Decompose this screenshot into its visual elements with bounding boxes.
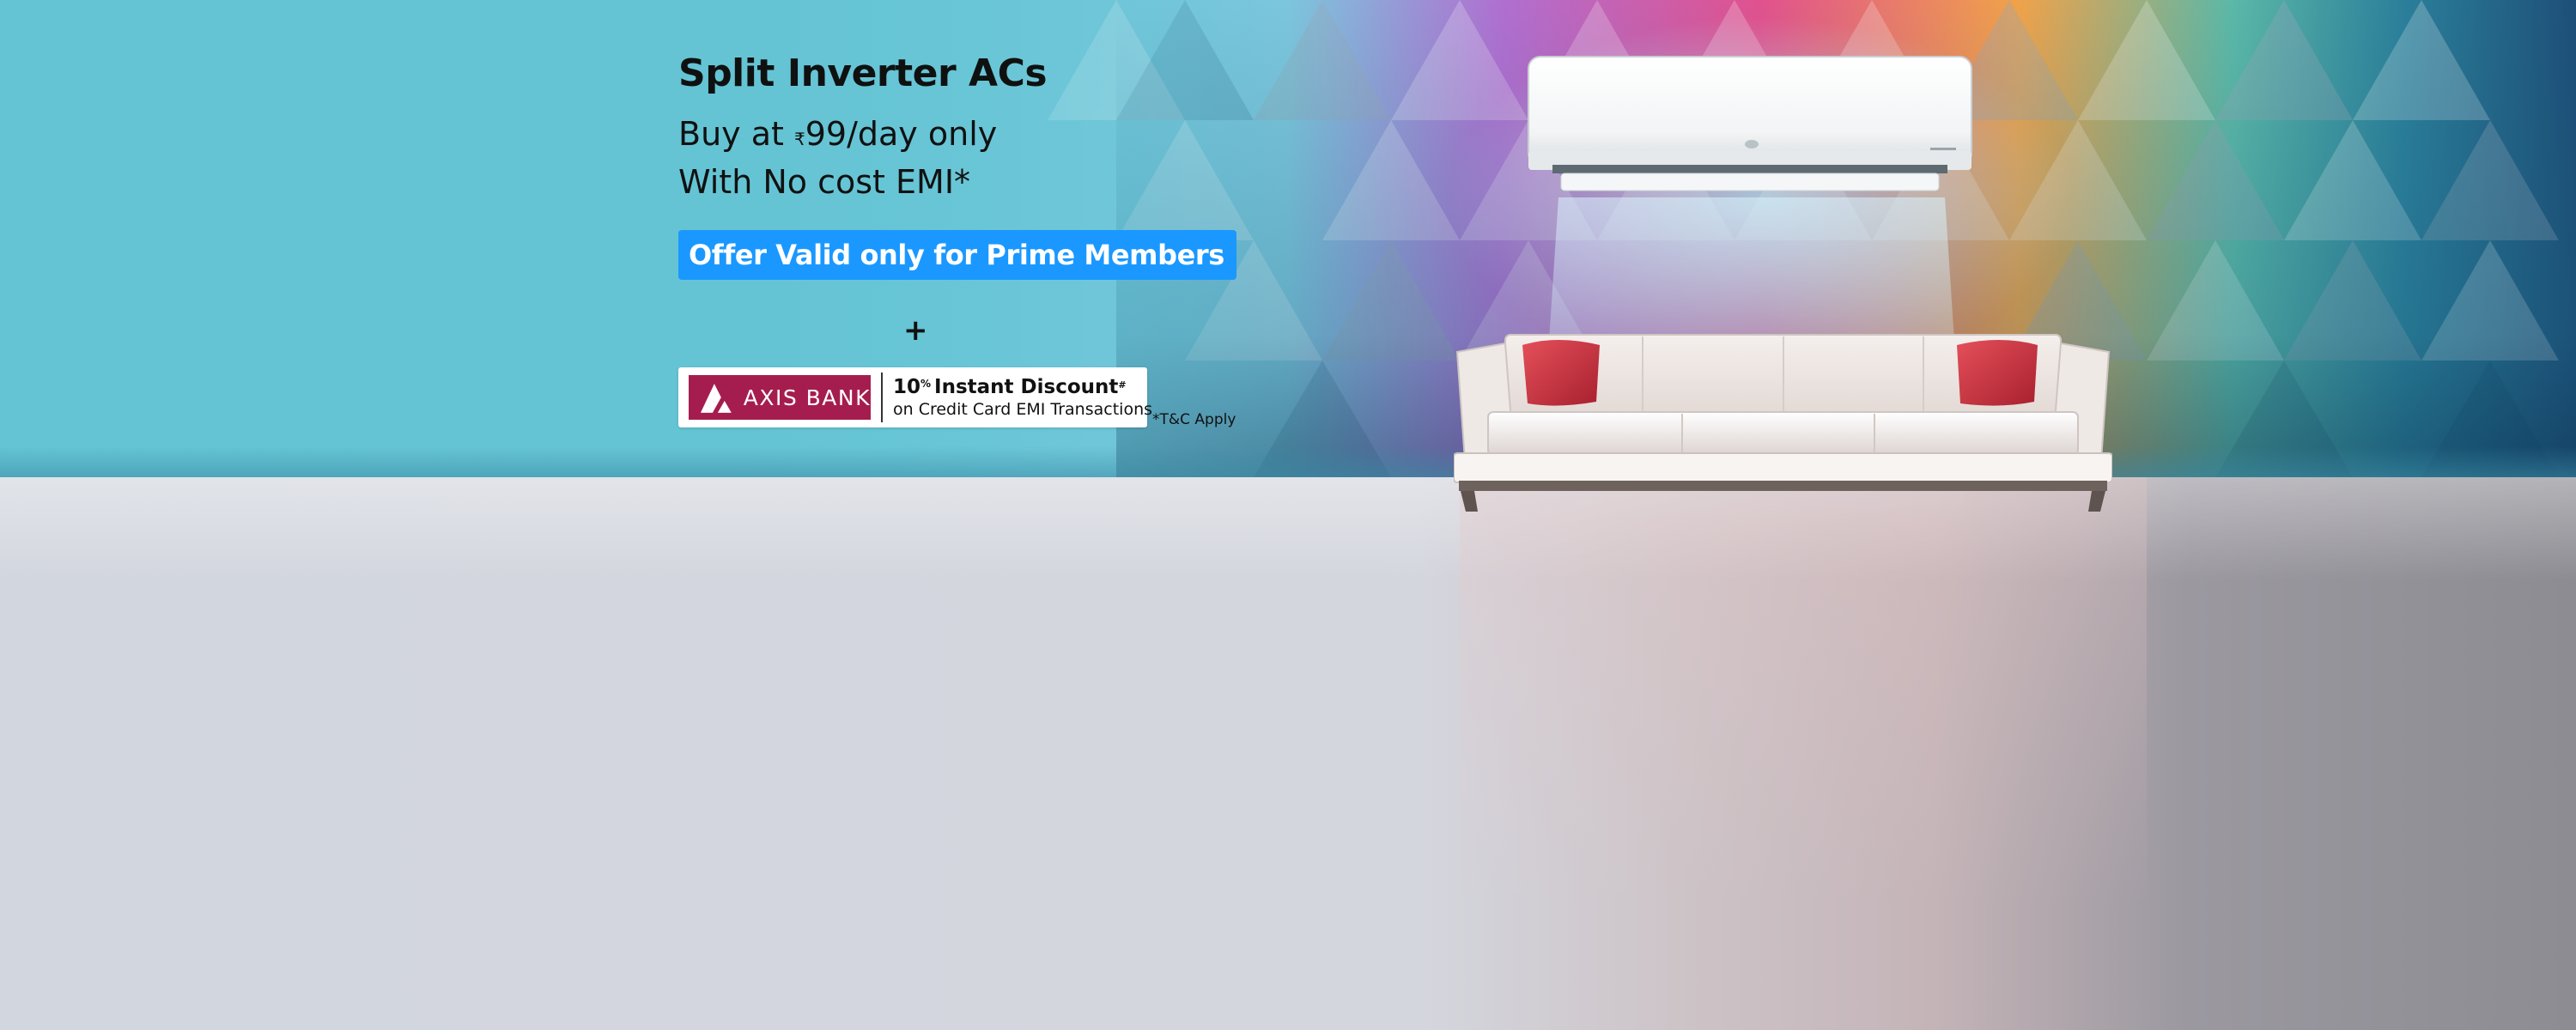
emi-offer-line: With No cost EMI* [678, 163, 971, 201]
axis-bank-logo: AXIS BANK [689, 375, 871, 420]
discount-value: 10 [893, 376, 921, 398]
split-ac-illustration [1528, 56, 1972, 191]
background-wall [0, 0, 2576, 477]
discount-title: 10% Instant Discount# [893, 376, 1127, 398]
rupee-symbol: ₹ [794, 129, 805, 149]
price-prefix: Buy at [678, 115, 794, 153]
floor-shine [0, 477, 2576, 580]
terms-note: *T&C Apply [1152, 411, 1236, 428]
discount-marker: # [1118, 379, 1127, 391]
discount-label: Instant Discount [934, 376, 1119, 398]
price-offer-line: Buy at ₹99/day only [678, 110, 1279, 158]
discount-detail: on Credit Card EMI Transactions [893, 400, 1153, 419]
promo-copy: Split Inverter ACs Buy at ₹99/day only W… [678, 48, 1279, 280]
discount-percent: % [920, 378, 932, 390]
prime-offer-badge: Offer Valid only for Prime Members [678, 230, 1236, 280]
ac-unit-image[interactable] [1527, 55, 1973, 201]
price-value: 99/day only [805, 115, 998, 153]
promo-banner[interactable]: Split Inverter ACs Buy at ₹99/day only W… [0, 0, 2576, 1030]
offer-divider [881, 373, 883, 422]
floor-reflection [1460, 477, 2147, 906]
page-title: Split Inverter ACs [678, 52, 1048, 95]
sofa-image[interactable] [1454, 326, 2112, 515]
bank-name: AXIS BANK [743, 385, 871, 410]
plus-sign: + [903, 313, 928, 348]
wall-baseboard [0, 446, 2576, 477]
axis-bank-mark-icon [700, 384, 732, 413]
sofa-illustration [1454, 334, 2112, 512]
bank-offer-card[interactable]: AXIS BANK 10% Instant Discount# on Credit… [678, 367, 1152, 427]
